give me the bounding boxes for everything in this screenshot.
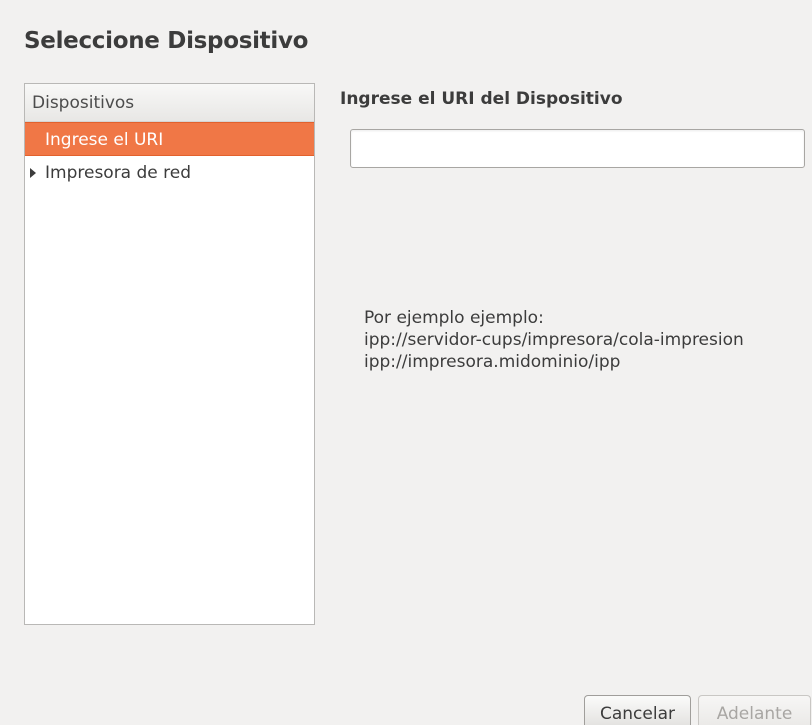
device-item-label: Ingrese el URI xyxy=(45,130,164,150)
example-line: Por ejemplo ejemplo: xyxy=(364,308,544,328)
example-line: ipp://impresora.midominio/ipp xyxy=(364,352,621,372)
device-item-label: Impresora de red xyxy=(45,163,192,183)
expander-triangle-icon[interactable] xyxy=(30,168,36,178)
uri-example-text: Por ejemplo ejemplo: ipp://servidor-cups… xyxy=(364,307,744,373)
forward-button[interactable]: Adelante xyxy=(698,695,811,725)
uri-heading: Ingrese el URI del Dispositivo xyxy=(340,89,623,109)
page-title: Seleccione Dispositivo xyxy=(24,28,309,54)
forward-button-label: Adelante xyxy=(716,704,793,724)
uri-input[interactable] xyxy=(350,129,805,168)
example-line: ipp://servidor-cups/impresora/cola-impre… xyxy=(364,330,744,350)
cancel-button-label: Cancelar xyxy=(600,704,675,724)
cancel-button[interactable]: Cancelar xyxy=(584,695,691,725)
device-list-header[interactable]: Dispositivos xyxy=(25,84,314,122)
device-item-enter-uri[interactable]: Ingrese el URI xyxy=(25,122,314,156)
device-item-network-printer[interactable]: Impresora de red xyxy=(25,156,314,190)
device-list-panel: Dispositivos Ingrese el URI Impresora de… xyxy=(24,83,315,625)
